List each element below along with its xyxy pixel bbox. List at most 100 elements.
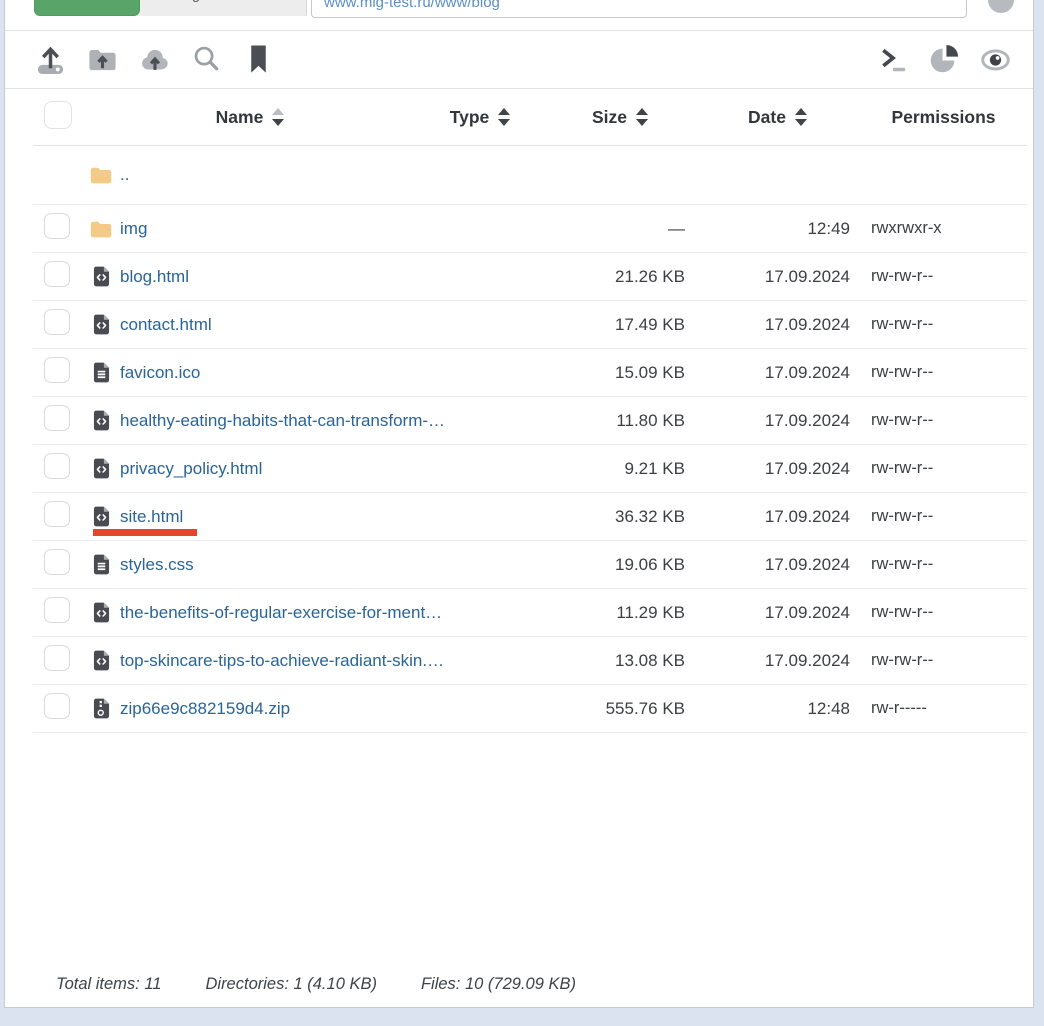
terminal-icon[interactable]: [875, 42, 911, 78]
row-checkbox[interactable]: [44, 405, 70, 431]
date-cell: 17.09.2024: [695, 411, 860, 431]
file-name-link[interactable]: img: [120, 219, 147, 239]
date-cell: 17.09.2024: [695, 603, 860, 623]
column-header-permissions: Permissions: [860, 107, 1027, 128]
row-checkbox[interactable]: [44, 309, 70, 335]
name-cell: privacy_policy.html: [85, 445, 415, 492]
file-name-link[interactable]: zip66e9c882159d4.zip: [120, 699, 290, 719]
file-name-link[interactable]: privacy_policy.html: [120, 459, 262, 479]
name-cell: zip66e9c882159d4.zip: [85, 685, 415, 732]
column-header-date[interactable]: Date: [695, 107, 860, 128]
name-cell: top-skincare-tips-to-achieve-radiant-ski…: [85, 637, 415, 684]
row-checkbox[interactable]: [44, 213, 70, 239]
search-icon[interactable]: [188, 42, 224, 78]
date-cell: 17.09.2024: [695, 267, 860, 287]
sort-icon: [795, 108, 807, 126]
tab-label: mig-test.ru: [176, 0, 247, 3]
top-bar: mig-test.ru www.mig-test.ru/www/blog: [5, 0, 1033, 31]
row-checkbox[interactable]: [44, 597, 70, 623]
help-icon[interactable]: [988, 0, 1014, 13]
date-cell: 17.09.2024: [695, 555, 860, 575]
active-button-fragment[interactable]: [34, 0, 140, 16]
code-file-icon: [90, 410, 112, 431]
table-row: ..: [33, 146, 1027, 205]
table-row: contact.html 17.49 KB 17.09.2024 rw-rw-r…: [33, 301, 1027, 349]
bookmark-icon[interactable]: [240, 42, 276, 78]
row-checkbox[interactable]: [44, 645, 70, 671]
permissions-cell: rw-rw-r--: [860, 315, 1027, 334]
file-name-link[interactable]: healthy-eating-habits-that-can-transform…: [120, 411, 445, 431]
text-file-icon: [90, 554, 112, 575]
table-row: styles.css 19.06 KB 17.09.2024 rw-rw-r--: [33, 541, 1027, 589]
row-checkbox[interactable]: [44, 549, 70, 575]
code-file-icon: [90, 266, 112, 287]
table-body: .. img — 12:49 rwxrwxr-x blog.html 21.26…: [33, 146, 1027, 733]
code-file-icon: [90, 602, 112, 623]
status-bar: Total items: 11 Directories: 1 (4.10 KB)…: [56, 975, 576, 994]
cloud-upload-icon[interactable]: [136, 42, 172, 78]
date-cell: 17.09.2024: [695, 363, 860, 383]
file-name-link[interactable]: site.html: [120, 507, 183, 527]
table-row: the-benefits-of-regular-exercise-for-men…: [33, 589, 1027, 637]
table-row: img — 12:49 rwxrwxr-x: [33, 205, 1027, 253]
address-input[interactable]: www.mig-test.ru/www/blog: [311, 0, 967, 18]
file-name-link[interactable]: styles.css: [120, 555, 194, 575]
permissions-cell: rwxrwxr-x: [860, 219, 1027, 238]
row-checkbox[interactable]: [44, 693, 70, 719]
file-name-link[interactable]: contact.html: [120, 315, 212, 335]
eye-icon[interactable]: [977, 42, 1013, 78]
table-row: favicon.ico 15.09 KB 17.09.2024 rw-rw-r-…: [33, 349, 1027, 397]
date-cell: 17.09.2024: [695, 651, 860, 671]
row-checkbox[interactable]: [44, 261, 70, 287]
pie-chart-icon[interactable]: [926, 42, 962, 78]
table-row: site.html 36.32 KB 17.09.2024 rw-rw-r--: [33, 493, 1027, 541]
file-name-link[interactable]: ..: [120, 165, 129, 185]
file-name-link[interactable]: blog.html: [120, 267, 189, 287]
size-cell: 11.80 KB: [545, 411, 695, 431]
toolbar-right-group: [875, 42, 1013, 78]
permissions-cell: rw-rw-r--: [860, 459, 1027, 478]
text-file-icon: [90, 362, 112, 383]
code-file-icon: [90, 314, 112, 335]
tab-fragment[interactable]: mig-test.ru: [140, 0, 307, 16]
files-label: Files: 10 (729.09 KB): [421, 975, 576, 994]
size-cell: 11.29 KB: [545, 603, 695, 623]
folder-upload-icon[interactable]: [84, 42, 120, 78]
name-cell: the-benefits-of-regular-exercise-for-men…: [85, 589, 415, 636]
column-header-size[interactable]: Size: [545, 107, 695, 128]
zip-file-icon: [90, 698, 112, 719]
toolbar: [5, 31, 1033, 89]
date-cell: 17.09.2024: [695, 315, 860, 335]
permissions-cell: rw-r-----: [860, 699, 1027, 718]
file-name-link[interactable]: the-benefits-of-regular-exercise-for-men…: [120, 603, 442, 623]
name-cell: favicon.ico: [85, 349, 415, 396]
upload-icon[interactable]: [32, 42, 68, 78]
directories-label: Directories: 1 (4.10 KB): [205, 975, 376, 994]
name-cell: blog.html: [85, 253, 415, 300]
size-cell: 21.26 KB: [545, 267, 695, 287]
size-cell: 9.21 KB: [545, 459, 695, 479]
sort-icon: [498, 108, 510, 126]
total-items-label: Total items: 11: [56, 975, 161, 994]
row-checkbox[interactable]: [44, 453, 70, 479]
size-cell: 19.06 KB: [545, 555, 695, 575]
file-manager-panel: mig-test.ru www.mig-test.ru/www/blog Nam…: [4, 0, 1034, 1008]
row-checkbox[interactable]: [44, 357, 70, 383]
select-all-checkbox[interactable]: [44, 101, 72, 129]
permissions-cell: rw-rw-r--: [860, 267, 1027, 286]
table-row: privacy_policy.html 9.21 KB 17.09.2024 r…: [33, 445, 1027, 493]
name-cell: img: [85, 205, 415, 252]
file-name-link[interactable]: top-skincare-tips-to-achieve-radiant-ski…: [120, 651, 444, 671]
name-cell: contact.html: [85, 301, 415, 348]
size-cell: 555.76 KB: [545, 699, 695, 719]
file-name-link[interactable]: favicon.ico: [120, 363, 200, 383]
column-header-type[interactable]: Type: [415, 107, 545, 128]
name-cell: healthy-eating-habits-that-can-transform…: [85, 397, 415, 444]
column-header-name[interactable]: Name: [85, 107, 415, 128]
folder-icon: [90, 166, 112, 184]
permissions-cell: rw-rw-r--: [860, 555, 1027, 574]
size-cell: 17.49 KB: [545, 315, 695, 335]
code-file-icon: [90, 650, 112, 671]
row-checkbox[interactable]: [44, 501, 70, 527]
permissions-cell: rw-rw-r--: [860, 651, 1027, 670]
